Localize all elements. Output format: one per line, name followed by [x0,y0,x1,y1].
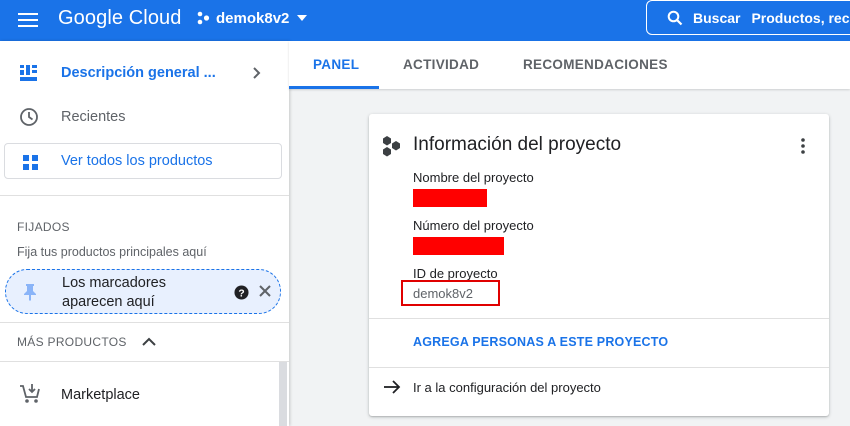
goto-project-settings-link[interactable]: Ir a la configuración del proyecto [383,379,601,395]
tab-recommendations[interactable]: RECOMENDACIONES [523,57,668,72]
search-icon [667,10,683,25]
sidebar-item-marketplace[interactable]: Marketplace [0,373,289,417]
more-products-label: MÁS PRODUCTOS [17,335,127,349]
divider [0,195,289,196]
project-number-label: Número del proyecto [413,218,534,233]
search-placeholder: Productos, rec [751,9,850,26]
sidebar: Descripción general ... Recientes Ver to… [0,41,289,426]
chevron-right-icon [253,67,261,79]
sidebar-item-overview[interactable]: Descripción general ... [0,51,289,95]
cart-icon [20,384,40,403]
card-title: Información del proyecto [413,134,622,155]
sidebar-item-label: Recientes [61,109,126,125]
svg-text:?: ? [238,288,244,299]
chevron-up-icon [141,337,156,346]
hexagons-icon [383,136,400,157]
redacted-project-name [413,189,487,207]
pin-icon [24,284,36,301]
sidebar-item-label: Ver todos los productos [61,153,213,169]
divider [369,318,829,319]
project-info-card: Información del proyecto Nombre del proy… [369,114,829,416]
search-bar[interactable]: Buscar Productos, rec [646,0,850,35]
divider [0,322,289,323]
pinned-placeholder-card: Los marcadores aparecen aquí ? [5,269,281,314]
brand-logo-text[interactable]: Google Cloud [58,7,182,30]
tab-panel[interactable]: PANEL [313,57,359,72]
project-id-value: demok8v2 [413,286,473,301]
search-label: Buscar [693,9,741,26]
add-people-link[interactable]: AGREGA PERSONAS A ESTE PROYECTO [413,335,668,349]
sidebar-item-label: Descripción general ... [61,65,216,81]
project-name: demok8v2 [216,9,290,27]
sidebar-item-label: Marketplace [61,387,140,403]
caret-down-icon [297,15,308,21]
divider [369,367,829,368]
view-all-products-button[interactable]: Ver todos los productos [4,143,282,179]
pinned-section-title: FIJADOS [17,220,70,234]
pinned-section-hint: Fija tus productos principales aquí [17,245,207,259]
close-icon[interactable] [258,284,272,298]
project-dots-icon [197,11,210,25]
grid-icon [23,155,38,170]
redacted-project-number [413,237,504,255]
more-vert-icon[interactable] [800,138,806,154]
active-tab-indicator [289,86,379,89]
tab-activity[interactable]: ACTIVIDAD [403,57,479,72]
top-bar: Google Cloud demok8v2 Buscar Productos, … [0,0,850,41]
sidebar-item-recent[interactable]: Recientes [0,95,289,139]
pinned-placeholder-text: Los marcadores aparecen aquí [62,275,166,310]
goto-settings-label: Ir a la configuración del proyecto [413,379,601,395]
project-id-label: ID de proyecto [413,266,498,281]
sidebar-scrollbar[interactable] [279,362,287,426]
more-products-toggle[interactable]: MÁS PRODUCTOS [17,335,157,349]
clock-icon [20,108,38,126]
menu-icon[interactable] [18,10,40,30]
project-picker[interactable]: demok8v2 [197,7,308,29]
tab-bar: PANEL ACTIVIDAD RECOMENDACIONES [289,41,850,89]
divider [0,361,289,362]
dashboard-icon [20,65,37,81]
help-icon[interactable]: ? [234,285,249,300]
project-name-label: Nombre del proyecto [413,170,534,185]
arrow-right-icon [384,380,401,394]
